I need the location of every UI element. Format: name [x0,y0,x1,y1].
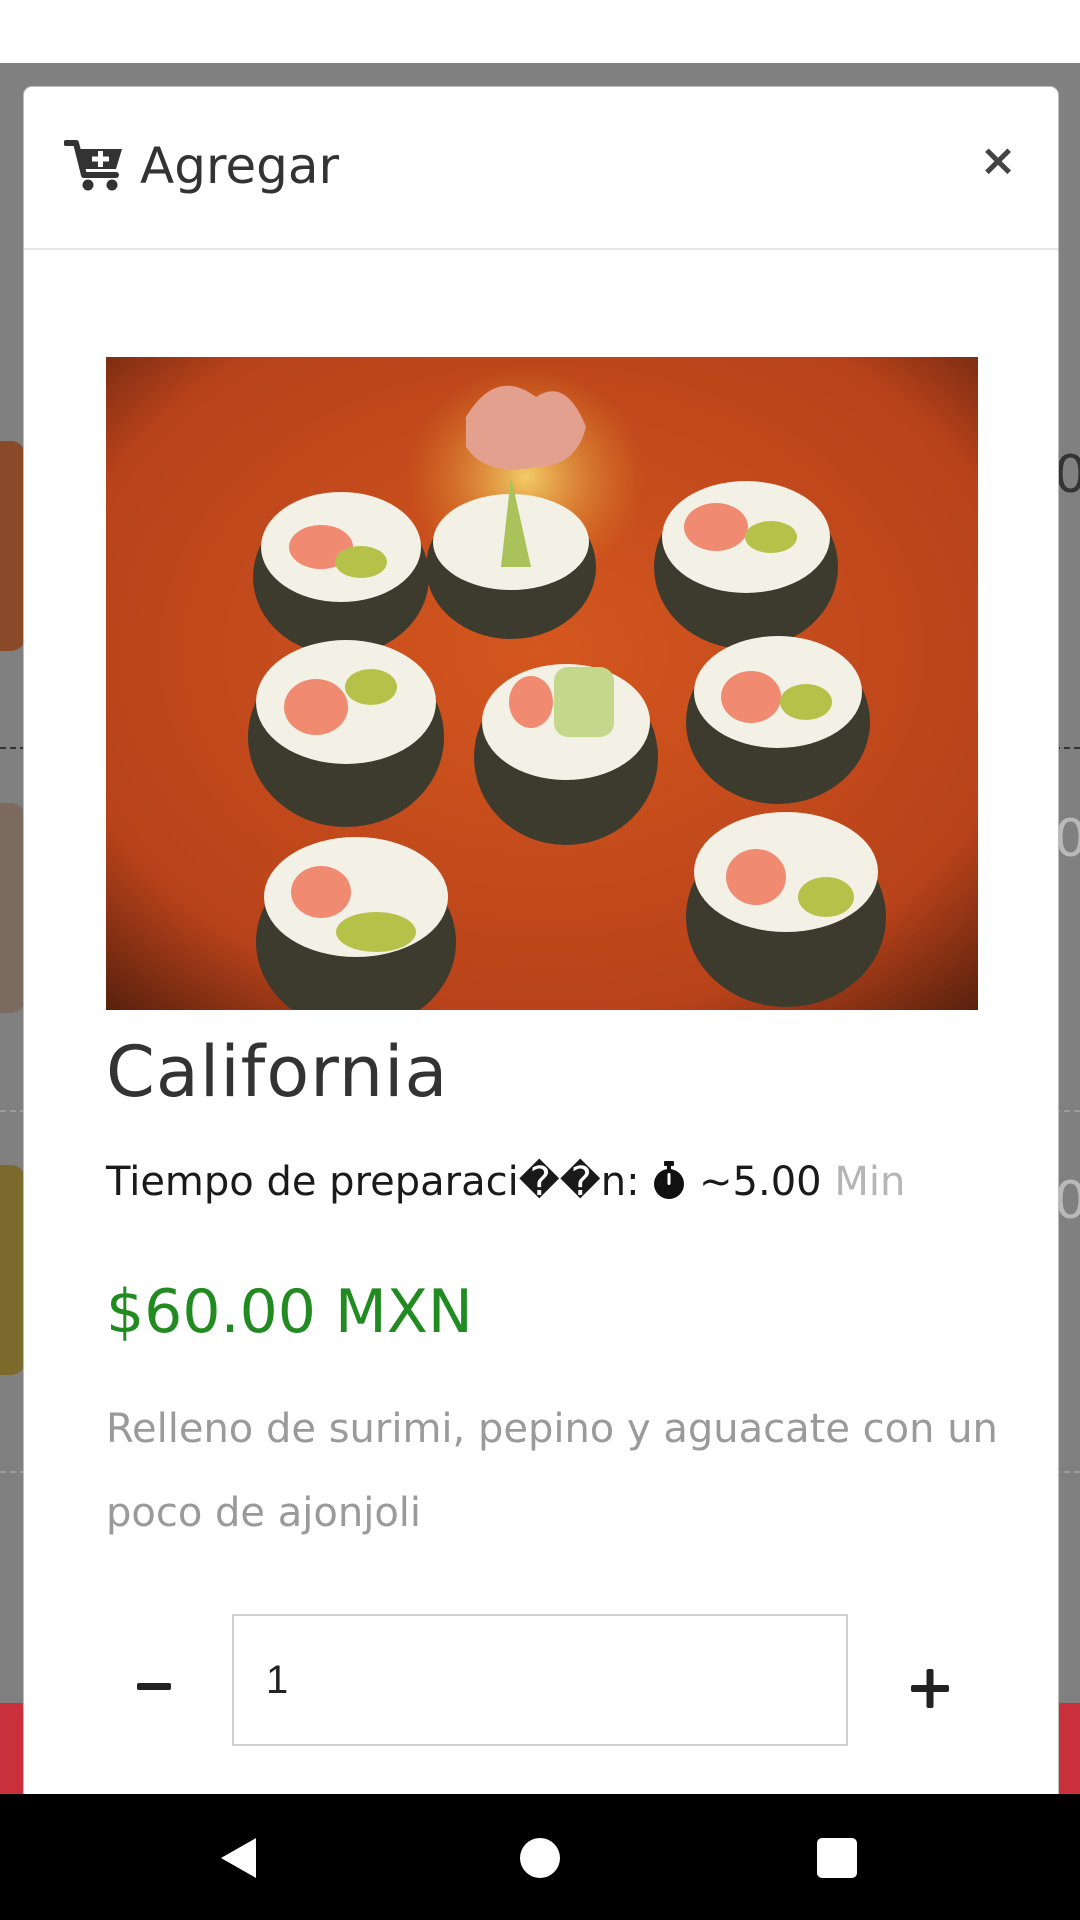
minus-icon[interactable] [124,1667,184,1727]
prep-time-value: ~5.00 [699,1159,822,1205]
product-image [106,357,978,1010]
back-icon[interactable] [218,1836,258,1880]
product-name: California [106,1031,449,1113]
recent-apps-icon[interactable] [817,1838,857,1878]
prep-time-unit: Min [834,1159,906,1205]
background-item-thumbnail [0,441,25,651]
quantity-input[interactable]: 1 [232,1614,848,1746]
prep-time-label: Tiempo de preparaci��n: [106,1159,640,1205]
modal-header: Agregar × [24,87,1058,250]
prep-time-line: Tiempo de preparaci��n: ~5.00 Min [106,1152,905,1212]
product-price: $60.00 MXN [106,1277,473,1347]
status-bar [0,0,1080,63]
plus-icon[interactable] [900,1669,960,1729]
modal-title: Agregar [140,137,340,195]
cart-plus-icon [64,140,122,191]
stopwatch-icon [654,1161,685,1199]
product-description: Relleno de surimi, pepino y aguacate con… [106,1406,998,1536]
background-item-thumbnail [0,803,25,1013]
add-to-cart-modal: Agregar × California Tiempo de preparaci… [23,86,1059,1822]
close-button[interactable]: × [976,139,1020,183]
background-item-thumbnail [0,1165,25,1375]
home-icon[interactable] [520,1838,560,1878]
